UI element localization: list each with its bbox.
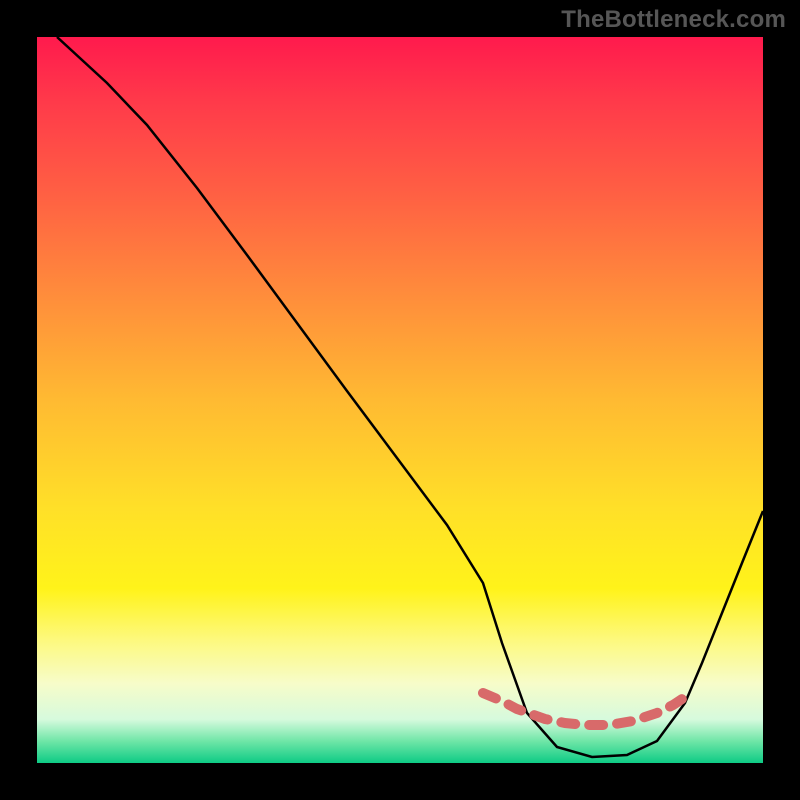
chart-container: TheBottleneck.com [0, 0, 800, 800]
chart-svg [37, 37, 763, 763]
watermark-text: TheBottleneck.com [561, 6, 786, 34]
curve-path [57, 37, 763, 757]
plot-area [37, 37, 763, 763]
sweet-spot-path [483, 693, 685, 725]
